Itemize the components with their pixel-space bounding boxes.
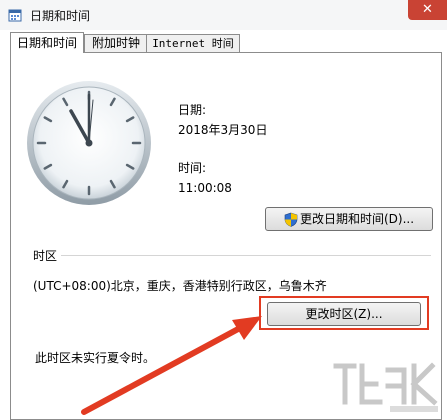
change-date-time-label: 更改日期和时间(D)... [299,212,415,226]
change-timezone-label: 更改时区(Z)... [305,307,383,321]
close-button[interactable]: ✕ [408,0,447,20]
analog-clock [27,81,151,205]
close-icon: ✕ [422,2,433,17]
window-title: 日期和时间 [30,9,91,23]
uac-shield-icon [284,212,298,227]
time-label: 时间: [178,161,207,175]
change-date-time-button[interactable]: 更改日期和时间(D)... [265,207,433,231]
dst-note: 此时区未实行夏令时。 [35,351,156,365]
tab-date-time[interactable]: 日期和时间 [10,32,84,53]
date-label: 日期: [178,103,207,117]
timezone-heading: 时区 [33,249,58,263]
time-value: 11:00:08 [178,181,232,195]
calendar-clock-icon [8,9,22,22]
tab-additional-clocks[interactable]: 附加时钟 [84,34,148,52]
date-value: 2018年3月30日 [178,123,268,137]
watermark-logo [333,362,438,412]
change-timezone-button[interactable]: 更改时区(Z)... [267,302,421,326]
timezone-divider [61,255,431,256]
tab-internet-time[interactable]: Internet 时间 [146,34,240,52]
window-titlebar: 日期和时间 ✕ [0,0,447,30]
timezone-value: (UTC+08:00)北京，重庆，香港特别行政区，乌鲁木齐 [33,279,327,293]
